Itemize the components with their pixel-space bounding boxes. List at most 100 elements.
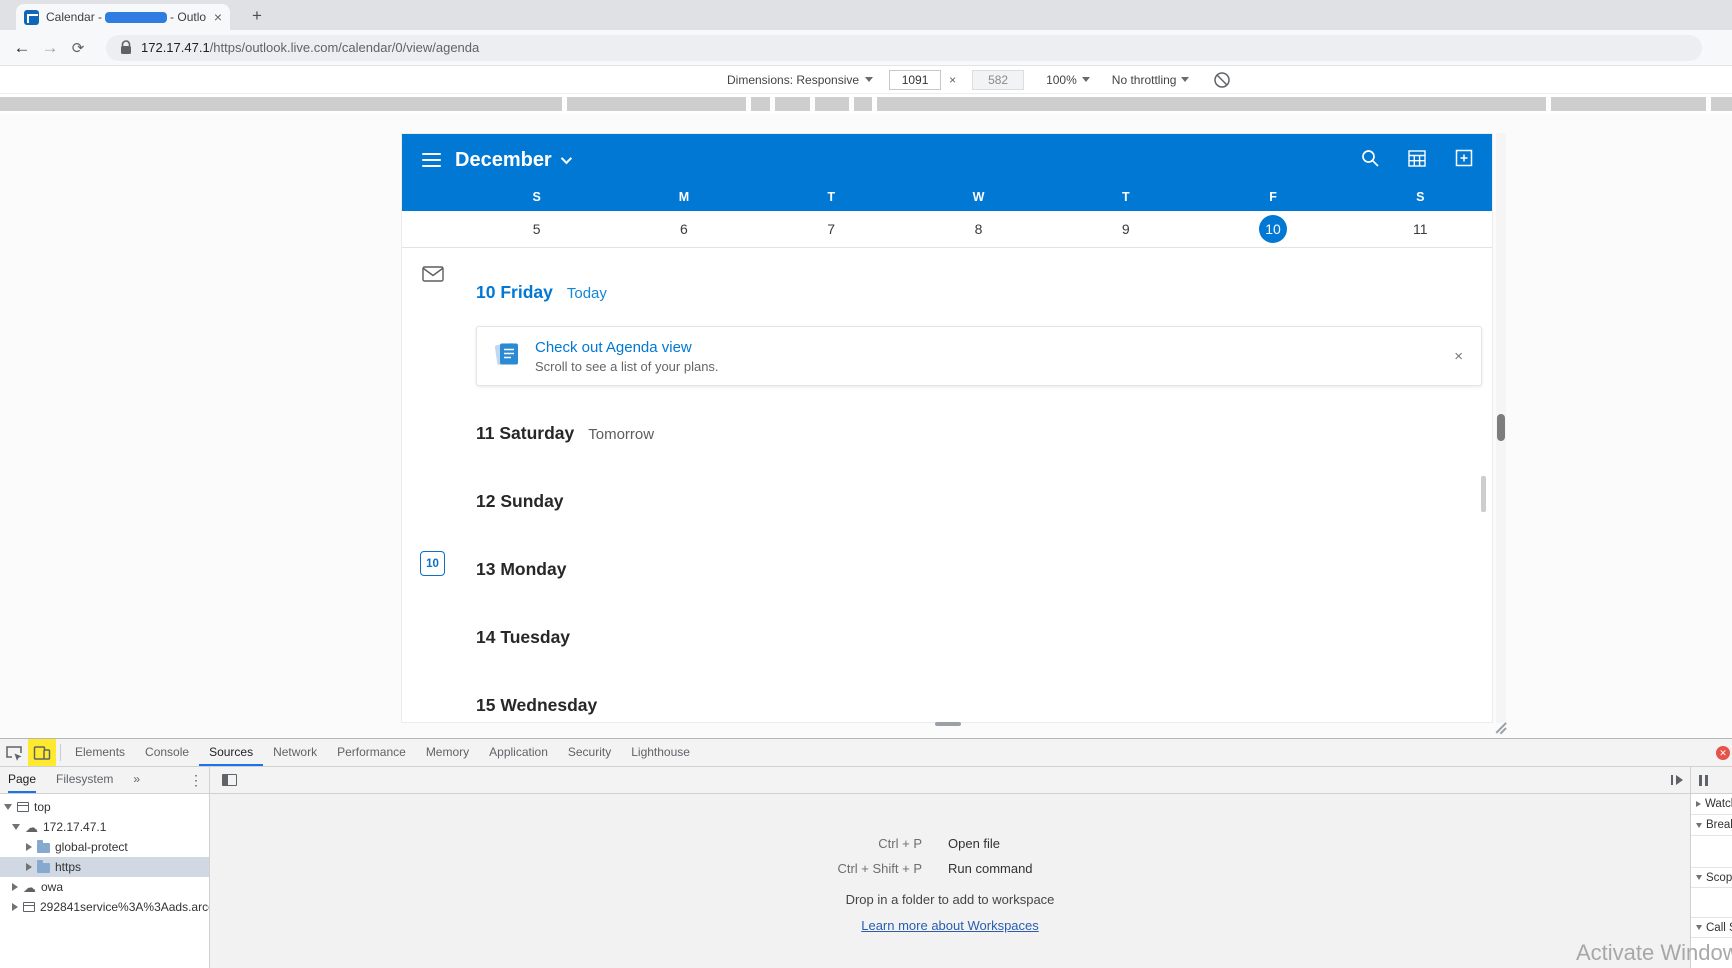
section-watch[interactable]: Watch (1691, 794, 1732, 815)
throttling-dropdown[interactable]: No throttling (1112, 73, 1190, 87)
viewport-height-input[interactable] (972, 69, 1025, 90)
navigator-tab-filesystem[interactable]: Filesystem (56, 767, 113, 793)
viewport-width-input[interactable] (889, 69, 942, 90)
month-title: December (455, 148, 552, 171)
devtools-tab-console[interactable]: Console (135, 739, 199, 766)
overflow-tabs-icon[interactable]: » (133, 767, 140, 793)
toggle-navigator-icon[interactable] (222, 774, 237, 786)
promo-subtitle: Scroll to see a list of your plans. (535, 358, 719, 374)
lock-icon (121, 40, 131, 54)
calendar-date-icon[interactable]: 10 (402, 551, 463, 576)
date-cell[interactable]: 8 (905, 211, 1052, 247)
browser-tab[interactable]: Calendar - - Outlo × (16, 4, 230, 30)
back-icon[interactable]: ← (8, 38, 36, 58)
rotate-viewport-icon[interactable] (1213, 71, 1231, 89)
toggle-device-toolbar-icon[interactable] (28, 739, 56, 766)
section-content (1691, 836, 1732, 867)
tab-title-suffix: - Outlo (170, 10, 207, 24)
section-scope[interactable]: Scope (1691, 867, 1732, 888)
tab-title-prefix: Calendar - (46, 10, 103, 24)
viewport-resize-corner[interactable] (1494, 720, 1508, 734)
weekday-letter: F (1269, 190, 1277, 204)
app-rail: 10 (402, 248, 463, 722)
tree-item-service-frame[interactable]: 292841service%3A%3Aads.arcct.r (0, 897, 209, 917)
section-content (1691, 888, 1732, 917)
chevron-expanded-icon (1696, 822, 1702, 828)
devtools-tab-network[interactable]: Network (263, 739, 327, 766)
date-cell[interactable]: 6 (610, 211, 757, 247)
tree-item-top[interactable]: top (0, 797, 209, 817)
devtools-tab-security[interactable]: Security (558, 739, 621, 766)
agenda-header: 15 Wednesday (476, 695, 611, 716)
zoom-dropdown[interactable]: 100% (1046, 73, 1090, 87)
tree-item-origin[interactable]: ☁ 172.17.47.1 (0, 817, 209, 837)
outlook-header: December (402, 134, 1492, 186)
address-bar[interactable]: 172.17.47.1/https/outlook.live.com/calen… (106, 34, 1702, 61)
error-badge[interactable]: ✕ (1716, 746, 1730, 760)
new-event-icon[interactable] (1454, 148, 1474, 173)
devtools-tab-performance[interactable]: Performance (327, 739, 416, 766)
viewport-scrollbar[interactable] (1497, 414, 1505, 441)
today-badge: 10 (1259, 215, 1288, 243)
agenda-scrollbar[interactable] (1481, 476, 1486, 512)
file-navigator: top ☁ 172.17.47.1 global-protect https ☁… (0, 794, 210, 968)
hamburger-menu-icon[interactable] (422, 153, 441, 167)
date-cell[interactable]: 9 (1052, 211, 1199, 247)
chevron-collapsed-icon (26, 863, 32, 871)
date-number: 9 (1121, 221, 1130, 237)
devtools-tab-memory[interactable]: Memory (416, 739, 479, 766)
month-dropdown[interactable]: December (455, 148, 572, 172)
date-cell[interactable]: 11 (1347, 211, 1492, 247)
calendar-view-icon[interactable] (1407, 148, 1427, 173)
devtools-tab-application[interactable]: Application (479, 739, 558, 766)
reload-icon[interactable]: ⟳ (64, 39, 92, 57)
viewport-resize-grip[interactable] (935, 722, 961, 726)
devtools-tab-sources[interactable]: Sources (199, 739, 264, 766)
devtools-tab-lighthouse[interactable]: Lighthouse (621, 739, 700, 766)
activate-windows-watermark: Activate Window (1576, 940, 1732, 965)
mail-icon[interactable] (402, 266, 463, 282)
navigator-tab-page[interactable]: Page (8, 767, 37, 793)
ruler-gap (770, 97, 775, 111)
inspect-element-icon[interactable] (0, 739, 28, 766)
tree-label: 292841service%3A%3Aads.arcct.r (40, 900, 209, 914)
search-icon[interactable] (1360, 148, 1380, 173)
forward-icon[interactable]: → (36, 38, 64, 58)
tab-close-icon[interactable]: × (214, 10, 222, 24)
frame-icon (17, 802, 29, 812)
workspaces-link[interactable]: Learn more about Workspaces (861, 918, 1039, 933)
agenda-header: 13 Monday (476, 559, 580, 580)
tree-item-global-protect[interactable]: global-protect (0, 837, 209, 857)
section-label: Breakp (1706, 819, 1732, 831)
date-cell[interactable]: 7 (758, 211, 905, 247)
weekday-letters-row: S M T W T F S (463, 186, 1492, 211)
devtools-tab-elements[interactable]: Elements (65, 739, 135, 766)
dimensions-dropdown[interactable]: Dimensions: Responsive (727, 73, 874, 87)
responsive-canvas: December S M T W T F S 5 6 7 8 9 10 11 1… (0, 114, 1732, 738)
date-number: 7 (827, 221, 836, 237)
agenda-date-tag: Today (566, 285, 607, 302)
date-cell[interactable]: 5 (463, 211, 610, 247)
date-cell-today[interactable]: 10 (1199, 211, 1346, 247)
weekday-letter: T (1121, 190, 1130, 204)
section-call-stack[interactable]: Call St (1691, 917, 1732, 938)
show-debugger-icon[interactable] (1670, 774, 1684, 786)
promo-texts: Check out Agenda view Scroll to see a li… (535, 339, 719, 374)
tree-item-https[interactable]: https (0, 857, 209, 877)
ruler-gap (746, 97, 751, 111)
agenda-date-label: 12 Sunday (476, 491, 564, 511)
tree-item-owa[interactable]: ☁ owa (0, 877, 209, 897)
agenda-list: 10 Friday Today Check out Agenda view Sc… (463, 248, 1492, 722)
promo-close-icon[interactable]: × (1454, 348, 1463, 365)
section-breakpoints[interactable]: Breakp (1691, 815, 1732, 836)
device-toolbar: Dimensions: Responsive × 100% No throttl… (0, 66, 1732, 94)
devtools-tabbar: Elements Console Sources Network Perform… (0, 739, 1732, 767)
pause-script-icon[interactable] (1699, 774, 1709, 786)
agenda-date-label: 11 Saturday (476, 423, 575, 443)
section-label: Call St (1706, 921, 1732, 934)
ruler-gap (1706, 97, 1711, 111)
sources-body: top ☁ 172.17.47.1 global-protect https ☁… (0, 794, 1732, 968)
new-tab-button[interactable]: + (246, 5, 268, 27)
more-options-icon[interactable]: ⋮ (189, 772, 203, 789)
screen: Calendar - - Outlo × + ← → ⟳ 172.17.47.1… (0, 0, 1732, 968)
